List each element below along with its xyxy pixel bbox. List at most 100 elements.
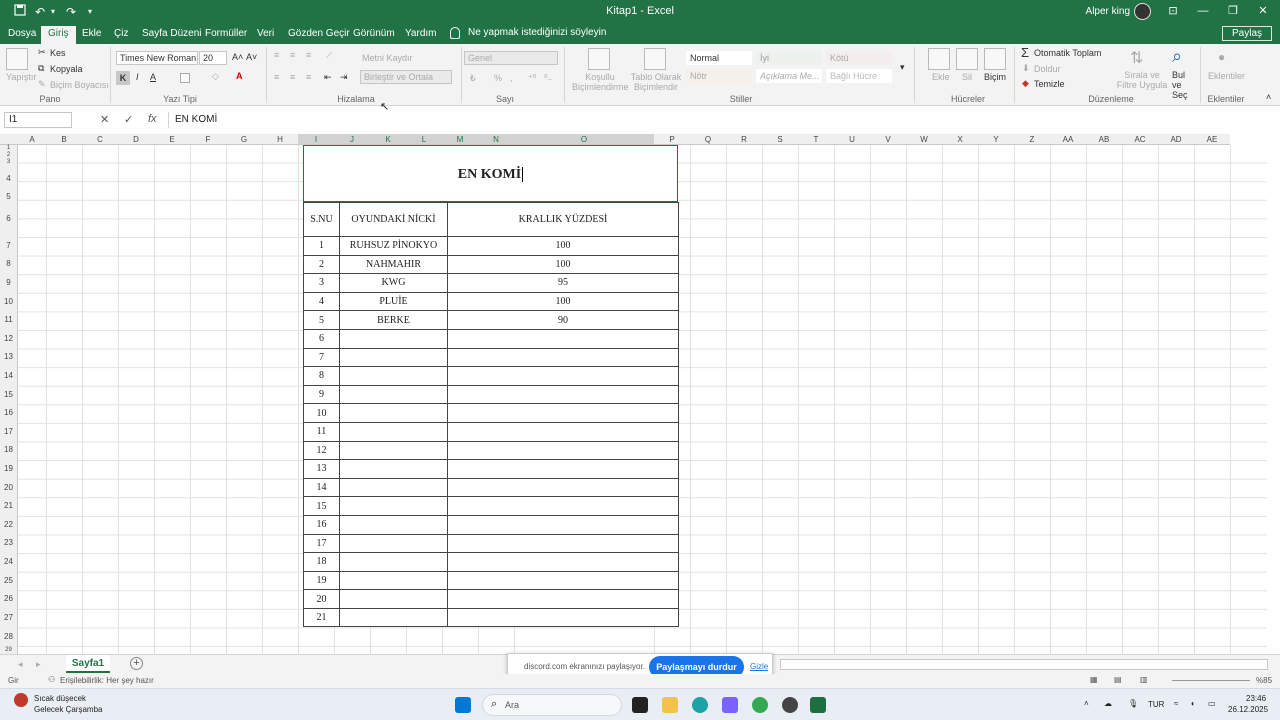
title-cell[interactable]: EN KOMİ	[303, 145, 678, 202]
undo-dropdown-icon[interactable]: ▾	[48, 4, 58, 20]
decrease-decimal-icon[interactable]: ⁰₋	[544, 73, 552, 84]
hide-link[interactable]: Gizle	[750, 662, 768, 671]
align-left-icon[interactable]: ≡	[274, 72, 279, 82]
tab-gozden-gecir[interactable]: Gözden Geçir	[288, 27, 350, 44]
column-header-ad[interactable]: AD	[1158, 134, 1194, 145]
volume-icon[interactable]: ◖	[1190, 699, 1195, 708]
page-layout-icon[interactable]: ▤	[1114, 675, 1122, 684]
column-header-x[interactable]: X	[942, 134, 978, 145]
insert-cells-icon[interactable]	[928, 48, 950, 70]
row-header-10[interactable]: 10	[0, 292, 18, 311]
style-iyi[interactable]: İyi	[756, 51, 822, 65]
tray-icon[interactable]: ☁	[1104, 699, 1112, 708]
cell-percentage[interactable]	[447, 533, 679, 554]
align-center-icon[interactable]: ≡	[290, 72, 295, 82]
avatar[interactable]	[1134, 3, 1151, 20]
cell-nick[interactable]	[339, 607, 448, 628]
column-header-g[interactable]: G	[226, 134, 262, 145]
merge-center-button[interactable]: Birleştir ve Ortala	[360, 70, 452, 84]
increase-font-icon[interactable]: A˄	[232, 52, 243, 62]
font-name-select[interactable]: Times New Roman	[116, 51, 198, 65]
page-break-icon[interactable]: ▥	[1140, 675, 1148, 684]
column-header-c[interactable]: C	[82, 134, 118, 145]
edge-icon[interactable]	[692, 697, 708, 713]
row-header-8[interactable]: 8	[0, 255, 18, 273]
row-header-13[interactable]: 13	[0, 348, 18, 366]
header-percentage[interactable]: KRALLIK YÜZDESİ	[447, 202, 679, 237]
column-header-u[interactable]: U	[834, 134, 870, 145]
align-bottom-icon[interactable]: ≡	[306, 50, 311, 60]
cell-nick[interactable]	[339, 477, 448, 498]
cell-percentage[interactable]: 90	[447, 310, 679, 330]
tab-ciz[interactable]: Çiz	[114, 27, 128, 44]
insert-function-icon[interactable]: fx	[148, 113, 157, 125]
autosum-icon[interactable]: Σ	[1021, 45, 1029, 60]
conditional-formatting-icon[interactable]	[588, 48, 610, 70]
cell-sno[interactable]: 19	[303, 570, 340, 591]
cell-percentage[interactable]	[447, 440, 679, 461]
italic-button[interactable]: I	[136, 72, 139, 82]
cell-nick[interactable]	[339, 328, 448, 349]
column-header-o[interactable]: O	[514, 134, 654, 145]
row-header-11[interactable]: 11	[0, 311, 18, 329]
column-header-w[interactable]: W	[906, 134, 942, 145]
font-size-select[interactable]: 20	[199, 51, 227, 65]
row-header-26[interactable]: 26	[0, 590, 18, 608]
taskbar-search[interactable]: ⌕ Ara	[482, 694, 622, 716]
tray-expand-icon[interactable]: ˄	[1084, 699, 1089, 708]
cell-percentage[interactable]: 100	[447, 291, 679, 312]
cell-percentage[interactable]	[447, 570, 679, 591]
column-header-b[interactable]: B	[46, 134, 82, 145]
cell-nick[interactable]	[339, 421, 448, 442]
find-select-icon[interactable]: ⌕	[1172, 46, 1182, 67]
tab-giris[interactable]: Giriş	[41, 26, 76, 44]
cell-nick[interactable]: BERKE	[339, 310, 448, 330]
column-header-k[interactable]: K	[370, 134, 406, 145]
weather-title[interactable]: Sıcak düşecek	[34, 694, 86, 703]
column-header-n[interactable]: N	[478, 134, 514, 145]
sort-filter-icon[interactable]: ⇅	[1130, 48, 1143, 68]
column-header-r[interactable]: R	[726, 134, 762, 145]
conditional-formatting-button[interactable]: Koşullu Biçimlendirme	[572, 72, 629, 92]
excel-taskbar-icon[interactable]	[810, 697, 826, 713]
tab-dosya[interactable]: Dosya	[8, 27, 36, 44]
column-header-p[interactable]: P	[654, 134, 690, 145]
addins-button[interactable]: Eklentiler	[1208, 71, 1245, 81]
font-color-icon[interactable]: A	[236, 71, 243, 81]
row-header-20[interactable]: 20	[0, 478, 18, 497]
styles-more-icon[interactable]: ▾	[900, 62, 905, 73]
column-header-t[interactable]: T	[798, 134, 834, 145]
column-header-q[interactable]: Q	[690, 134, 726, 145]
tab-sayfa-duzeni[interactable]: Sayfa Düzeni	[142, 27, 201, 44]
wrap-text-button[interactable]: Metni Kaydır	[362, 53, 413, 63]
cell-percentage[interactable]	[447, 459, 679, 479]
row-header-15[interactable]: 15	[0, 385, 18, 404]
format-cells-button[interactable]: Biçim	[984, 72, 1006, 82]
zoom-slider[interactable]	[1172, 680, 1250, 681]
cell-percentage[interactable]	[447, 496, 679, 516]
header-nick[interactable]: OYUNDAKİ NİCKİ	[339, 202, 448, 237]
comma-icon[interactable]: ,	[510, 73, 513, 83]
tab-ekle[interactable]: Ekle	[82, 27, 101, 44]
chrome-icon[interactable]	[752, 697, 768, 713]
cancel-icon[interactable]: ✕	[100, 113, 109, 126]
percent-icon[interactable]: %	[494, 73, 502, 83]
format-as-table-button[interactable]: Tablo Olarak Biçimlendir	[630, 72, 682, 92]
cell-sno[interactable]: 20	[303, 589, 340, 609]
close-icon[interactable]: ✕	[1248, 3, 1278, 19]
style-normal[interactable]: Normal	[686, 51, 752, 65]
accessibility-status[interactable]: Erişilebilirlik: Her şey hazır	[60, 676, 154, 685]
customize-toolbar-icon[interactable]: ▾	[84, 4, 96, 20]
cell-sno[interactable]: 1	[303, 236, 340, 256]
weather-icon[interactable]	[14, 693, 28, 707]
style-kotu[interactable]: Kötü	[826, 51, 892, 65]
cell-sno[interactable]: 10	[303, 403, 340, 423]
column-header-i[interactable]: I	[298, 134, 334, 145]
cell-nick[interactable]: KWG	[339, 273, 448, 293]
column-header-z[interactable]: Z	[1014, 134, 1050, 145]
app-icon[interactable]	[782, 697, 798, 713]
tab-veri[interactable]: Veri	[257, 27, 274, 44]
decrease-font-icon[interactable]: A˅	[246, 52, 257, 62]
row-header-27[interactable]: 27	[0, 608, 18, 627]
cell-percentage[interactable]: 100	[447, 254, 679, 275]
